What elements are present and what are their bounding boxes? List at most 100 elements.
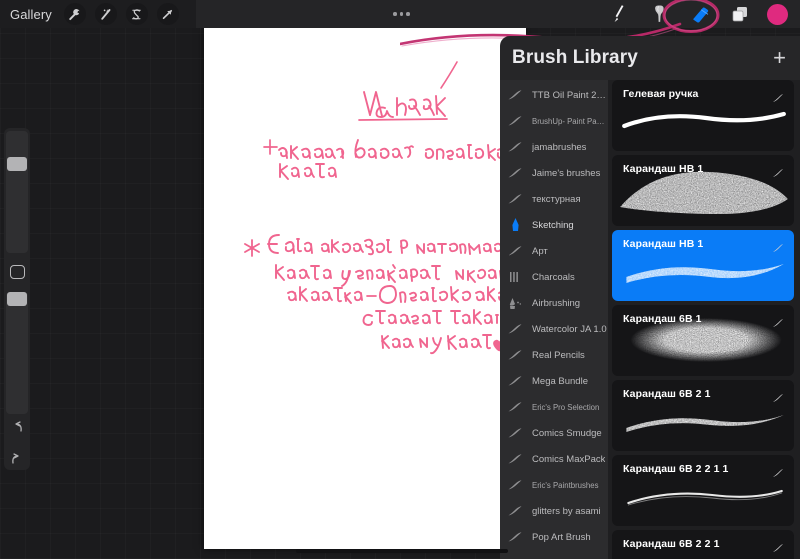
brush-library-panel: Brush Library + TTB Oil Paint 2018 BrushU…	[500, 36, 800, 559]
brush-edit-pen-icon[interactable]	[772, 315, 784, 333]
brush-edit-pen-icon[interactable]	[772, 390, 784, 408]
brush-opacity-slider[interactable]	[6, 291, 28, 415]
brush-set-label: Jaime's brushes	[532, 167, 601, 179]
more-options-button[interactable]	[393, 12, 410, 16]
top-toolbar: Gallery	[0, 0, 800, 28]
brush-edit-pen-icon[interactable]	[772, 240, 784, 258]
brush-set-label: Арт	[532, 245, 548, 257]
brush-card[interactable]: Карандаш 6В 1	[612, 305, 794, 376]
brush-opacity-slider-knob[interactable]	[7, 291, 27, 306]
brush-edit-pen-icon[interactable]	[772, 540, 784, 558]
brush-preview-list[interactable]: Гелевая ручка Карандаш НВ 1 Карандаш НВ 1 К…	[608, 80, 800, 559]
stroke-icon	[507, 114, 523, 128]
brush-set-label: Mega Bundle	[532, 375, 588, 387]
brush-set-list[interactable]: TTB Oil Paint 2018 BrushUp- Paint Pack...…	[500, 80, 608, 559]
brush-set-item[interactable]: Sketching	[500, 212, 608, 238]
panel-title: Brush Library	[512, 47, 638, 68]
brush-set-label: TTB Oil Paint 2018	[532, 89, 608, 101]
stroke-icon	[507, 400, 523, 414]
stroke-icon	[507, 426, 523, 440]
stroke-icon	[507, 192, 523, 206]
brush-set-item[interactable]: BrushUp- Paint Pack...	[500, 108, 608, 134]
top-toolbar-left-group: Gallery	[0, 0, 196, 28]
brush-set-label: Pop Art Brush	[532, 531, 591, 543]
brush-set-label: Real Pencils	[532, 349, 585, 361]
transform-arrow-icon[interactable]	[156, 3, 179, 25]
gallery-button[interactable]: Gallery	[10, 7, 52, 22]
stroke-icon	[507, 478, 523, 492]
brush-tool-icon[interactable]	[607, 2, 633, 26]
stroke-icon	[507, 504, 523, 518]
add-brush-set-button[interactable]: +	[773, 47, 786, 69]
brush-set-item[interactable]: Watercolor JA 1.0	[500, 316, 608, 342]
eraser-tool-icon[interactable]	[687, 2, 713, 26]
brush-edit-pen-icon[interactable]	[772, 465, 784, 483]
brush-set-item[interactable]: Real Pencils	[500, 342, 608, 368]
redo-icon[interactable]	[10, 452, 24, 470]
brush-set-item[interactable]: Comics MaxPack	[500, 446, 608, 472]
stroke-icon	[507, 374, 523, 388]
brush-label: Карандаш 6В 2 2 1	[623, 538, 720, 550]
color-swatch-button[interactable]	[767, 3, 788, 25]
undo-icon[interactable]	[10, 420, 24, 438]
layers-icon[interactable]	[727, 2, 753, 26]
brush-label: Карандаш НВ 1	[623, 163, 704, 175]
brush-label: Гелевая ручка	[623, 88, 699, 100]
stroke-icon	[507, 530, 523, 544]
brush-set-label: текстурная	[532, 193, 581, 205]
brush-label: Карандаш 6В 2 2 1 1	[623, 463, 729, 475]
brush-set-item[interactable]: Pop Art Brush	[500, 524, 608, 550]
brush-card[interactable]: Гелевая ручка	[612, 80, 794, 151]
brush-card[interactable]: Карандаш 6В 2 2 1 1	[612, 455, 794, 526]
airbrush-icon	[507, 296, 523, 310]
brush-set-item[interactable]: Eric's Paintbrushes	[500, 472, 608, 498]
actions-wrench-icon[interactable]	[63, 3, 86, 25]
stroke-icon	[507, 88, 523, 102]
modify-square-button[interactable]	[9, 265, 25, 279]
pencil-tip-icon	[507, 218, 523, 232]
brush-set-label: Sketching	[532, 219, 574, 231]
top-toolbar-center	[196, 12, 607, 16]
top-toolbar-right-group	[607, 2, 800, 26]
brush-edit-pen-icon[interactable]	[772, 90, 784, 108]
brush-size-slider-knob[interactable]	[7, 157, 27, 171]
stroke-icon	[507, 244, 523, 258]
brush-set-label: Eric's Paintbrushes	[532, 480, 599, 490]
brush-set-item[interactable]: TTB Oil Paint 2018	[500, 82, 608, 108]
brush-set-label: Comics MaxPack	[532, 453, 606, 465]
brush-set-item[interactable]: текстурная	[500, 186, 608, 212]
left-tool-sidebar[interactable]	[4, 128, 30, 470]
brush-set-label: glitters by asami	[532, 505, 601, 517]
brush-set-label: Airbrushing	[532, 297, 581, 309]
brush-set-item[interactable]: Airbrushing	[500, 290, 608, 316]
brush-set-label: jamabrushes	[532, 141, 587, 153]
brush-card[interactable]: Карандаш 6В 2 2 1	[612, 530, 794, 559]
smudge-tool-icon[interactable]	[647, 2, 673, 26]
procreate-app-window: Gallery Brush Library + TTB Oil Paint 20…	[0, 0, 800, 559]
brush-set-item[interactable]: Eric's Pro Selection	[500, 394, 608, 420]
brush-size-slider[interactable]	[6, 131, 28, 254]
adjustments-wand-icon[interactable]	[94, 3, 117, 25]
canvas-ink-annotations	[244, 61, 523, 355]
brush-library-body: TTB Oil Paint 2018 BrushUp- Paint Pack...…	[500, 80, 800, 559]
brush-set-label: Comics Smudge	[532, 427, 602, 439]
brush-label: Карандаш 6В 1	[623, 313, 702, 325]
brush-edit-pen-icon[interactable]	[772, 165, 784, 183]
brush-set-item[interactable]: Mega Bundle	[500, 368, 608, 394]
brush-set-label: Eric's Pro Selection	[532, 402, 600, 412]
stroke-icon	[507, 452, 523, 466]
brush-set-item[interactable]: Charcoals	[500, 264, 608, 290]
brush-set-item[interactable]: Comics Smudge	[500, 420, 608, 446]
brush-set-item[interactable]: jamabrushes	[500, 134, 608, 160]
brush-library-header: Brush Library +	[500, 36, 800, 80]
brush-card[interactable]: Карандаш 6В 2 1	[612, 380, 794, 451]
stroke-icon	[507, 322, 523, 336]
selection-icon[interactable]	[125, 3, 148, 25]
stroke-icon	[507, 140, 523, 154]
brush-set-item[interactable]: Арт	[500, 238, 608, 264]
brush-set-item[interactable]: Jaime's brushes	[500, 160, 608, 186]
brush-set-label: Watercolor JA 1.0	[532, 323, 607, 335]
brush-card[interactable]: Карандаш НВ 1	[612, 230, 794, 301]
brush-set-item[interactable]: glitters by asami	[500, 498, 608, 524]
brush-card[interactable]: Карандаш НВ 1	[612, 155, 794, 226]
